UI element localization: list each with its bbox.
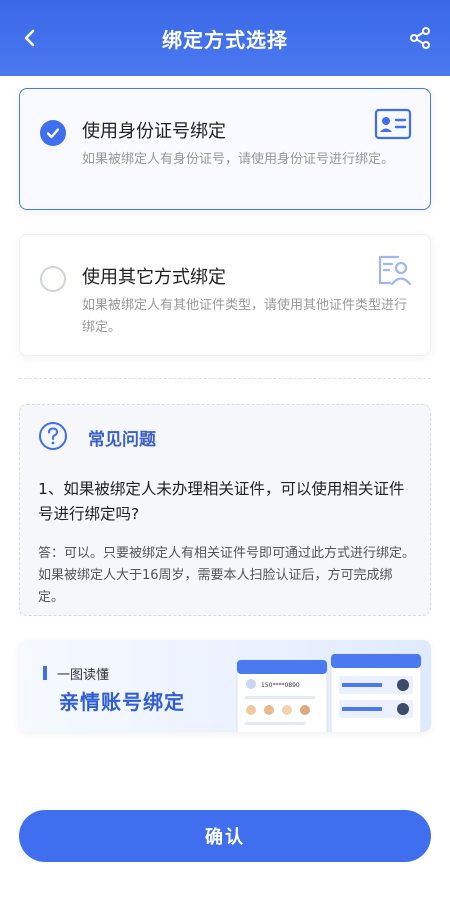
accent-bar bbox=[43, 666, 47, 680]
faq-question: 1、如果被绑定人未办理相关证件，可以使用相关证件号进行绑定吗? bbox=[38, 480, 405, 523]
top-app-bar: 绑定方式选择 bbox=[0, 0, 450, 76]
faq-section: 常见问题 1、如果被绑定人未办理相关证件，可以使用相关证件号进行绑定吗? 答：可… bbox=[19, 404, 431, 616]
confirm-button[interactable]: 确认 bbox=[19, 810, 431, 862]
page-title: 绑定方式选择 bbox=[162, 27, 288, 52]
preview-phone-text: 150****0890 bbox=[261, 682, 300, 689]
radio-unchecked-icon[interactable] bbox=[40, 266, 66, 292]
option-description: 如果被绑定人有身份证号，请使用身份证号进行绑定。 bbox=[82, 152, 395, 167]
phone-screens-illustration: 150****0890 bbox=[236, 653, 422, 732]
id-card-icon bbox=[374, 108, 412, 140]
back-button[interactable] bbox=[14, 22, 46, 54]
dashed-divider bbox=[19, 378, 431, 379]
banner-title: 亲情账号绑定 bbox=[59, 690, 185, 714]
faq-heading: 常见问题 bbox=[88, 430, 156, 450]
option-other-binding[interactable]: 使用其它方式绑定 如果被绑定人有其他证件类型，请使用其他证件类型进行绑定。 bbox=[19, 234, 431, 356]
option-description: 如果被绑定人有其他证件类型，请使用其他证件类型进行绑定。 bbox=[82, 298, 408, 335]
share-button[interactable] bbox=[404, 22, 436, 54]
question-circle-icon bbox=[39, 422, 67, 450]
share-icon bbox=[410, 27, 430, 49]
chevron-left-icon bbox=[24, 29, 35, 47]
family-binding-guide-banner[interactable]: 一图读懂 亲情账号绑定 150****0890 bbox=[19, 640, 431, 732]
option-id-card-binding[interactable]: 使用身份证号绑定 如果被绑定人有身份证号，请使用身份证号进行绑定。 bbox=[19, 88, 431, 210]
faq-answer: 答：可以。只要被绑定人有相关证件号即可通过此方式进行绑定。如果被绑定人大于16周… bbox=[38, 546, 416, 605]
radio-checked-icon[interactable] bbox=[40, 120, 66, 146]
option-title: 使用身份证号绑定 bbox=[82, 121, 226, 142]
option-title: 使用其它方式绑定 bbox=[82, 267, 226, 288]
user-document-icon bbox=[378, 255, 412, 286]
banner-subtitle: 一图读懂 bbox=[57, 668, 110, 683]
